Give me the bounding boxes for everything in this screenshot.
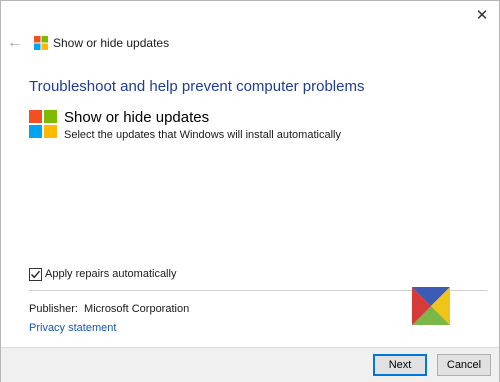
windows-logo-icon bbox=[29, 110, 57, 138]
footer-bar: Next Cancel bbox=[1, 347, 499, 382]
publisher-info: Publisher: Microsoft Corporation bbox=[29, 303, 189, 315]
troubleshooter-window: ✕ ← Show or hide updates Troubleshoot an… bbox=[0, 0, 500, 382]
back-arrow-icon[interactable]: ← bbox=[7, 35, 23, 51]
title-bar: ✕ bbox=[1, 1, 499, 31]
troubleshooter-description: Select the updates that Windows will ins… bbox=[64, 129, 341, 141]
troubleshooter-logo-icon bbox=[412, 287, 450, 325]
windows-logo-icon bbox=[34, 36, 48, 50]
checkmark-icon bbox=[31, 270, 41, 279]
cancel-button[interactable]: Cancel bbox=[437, 354, 491, 376]
publisher-value: Microsoft Corporation bbox=[84, 303, 190, 315]
page-heading: Troubleshoot and help prevent computer p… bbox=[29, 78, 365, 95]
apply-repairs-label[interactable]: Apply repairs automatically bbox=[45, 268, 176, 280]
window-title: Show or hide updates bbox=[53, 36, 170, 50]
troubleshooter-title: Show or hide updates bbox=[64, 109, 210, 126]
apply-repairs-checkbox[interactable] bbox=[29, 268, 42, 281]
close-button[interactable]: ✕ bbox=[465, 1, 499, 29]
close-icon[interactable]: ✕ bbox=[476, 6, 489, 24]
next-button[interactable]: Next bbox=[373, 354, 427, 376]
publisher-label: Publisher: bbox=[29, 303, 78, 315]
privacy-statement-link[interactable]: Privacy statement bbox=[29, 322, 116, 334]
